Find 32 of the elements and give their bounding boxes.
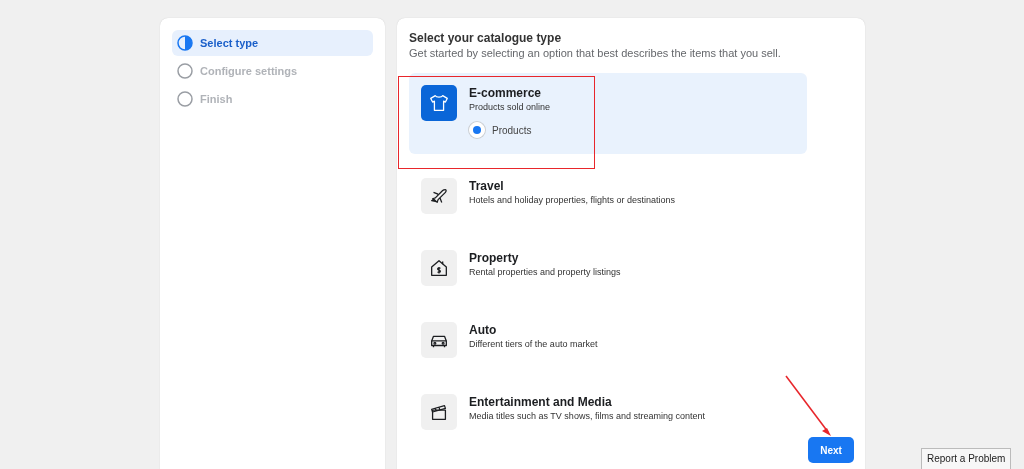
plane-icon (421, 178, 457, 214)
catalogue-option[interactable]: Entertainment and Media Media titles such as TV shows, films and streaming content (409, 382, 807, 442)
radio-label: Products (492, 124, 532, 136)
option-description: Products sold online (469, 102, 551, 112)
option-title: Property (469, 251, 520, 265)
empty-circle-icon (177, 63, 193, 79)
panel-subtitle: Get started by selecting an option that best describes the items that you sell. (409, 47, 782, 59)
option-title: Auto (469, 323, 498, 337)
house-icon (421, 250, 457, 286)
option-title: Entertainment and Media (469, 395, 613, 409)
step-item[interactable]: Select type (172, 30, 373, 56)
catalogue-option[interactable]: Auto Different tiers of the auto market (409, 310, 807, 370)
catalogue-option[interactable]: Property Rental properties and property listings (409, 238, 807, 298)
empty-circle-icon (177, 91, 193, 107)
half-circle-icon (177, 35, 193, 51)
radio-option[interactable]: Products (469, 122, 551, 138)
option-description: Different tiers of the auto market (469, 339, 598, 349)
panel-title: Select your catalogue type (409, 31, 563, 45)
car-icon (421, 322, 457, 358)
option-description: Rental properties and property listings (469, 267, 621, 277)
next-button[interactable]: Next (808, 437, 854, 463)
option-description: Hotels and holiday properties, flights or destinations (469, 195, 676, 205)
report-problem-button[interactable]: Report a Problem (921, 448, 1012, 469)
shirt-icon (421, 85, 457, 121)
catalogue-option[interactable]: Travel Hotels and holiday properties, flights or destinations (409, 166, 807, 226)
option-title: E-commerce (469, 86, 543, 100)
option-description: Media titles such as TV shows, films and streaming content (469, 411, 705, 421)
catalogue-option[interactable]: E-commerce Products sold online Products (409, 73, 807, 154)
option-title: Travel (469, 179, 505, 193)
radio-button[interactable] (469, 122, 485, 138)
annotation-arrow (785, 375, 831, 436)
clapperboard-icon (421, 394, 457, 430)
